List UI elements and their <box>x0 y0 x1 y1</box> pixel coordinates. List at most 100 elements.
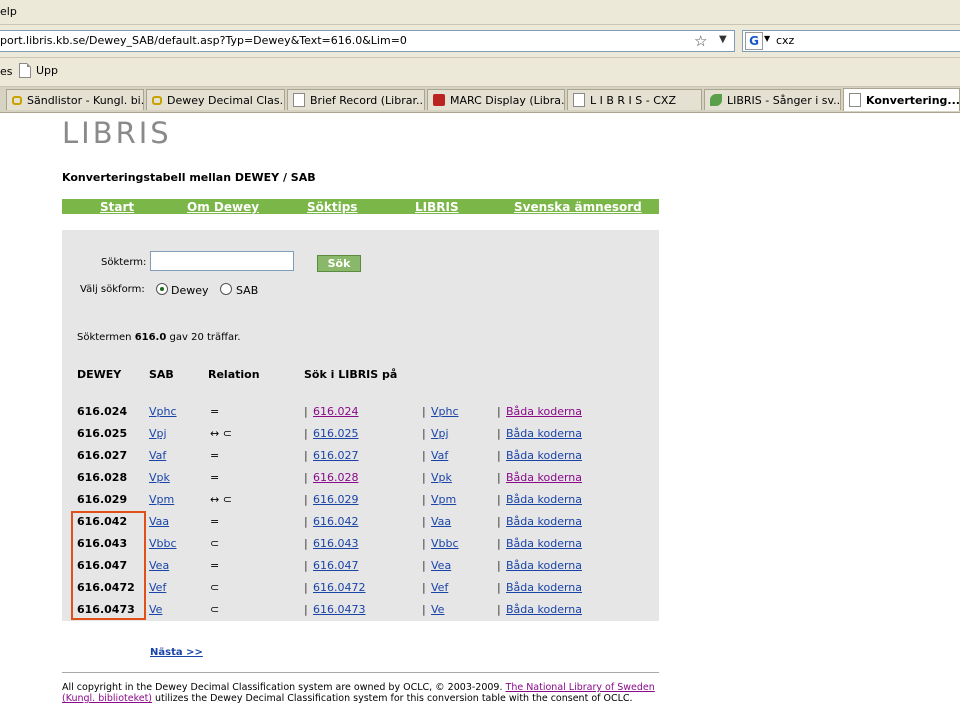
bookmark-upp-label: Upp <box>36 64 59 77</box>
both-codes-link[interactable]: Båda koderna <box>506 515 582 528</box>
sab-code-link[interactable]: Vef <box>149 581 166 594</box>
address-url: port.libris.kb.se/Dewey_SAB/default.asp?… <box>0 34 407 47</box>
sab-code-link[interactable]: Ve <box>149 603 162 616</box>
search-input[interactable] <box>150 251 294 271</box>
search-button[interactable]: Sök <box>317 255 361 272</box>
both-codes-link[interactable]: Båda koderna <box>506 559 582 572</box>
column-separator: | <box>422 471 426 484</box>
libris-sab-link[interactable]: Vef <box>431 581 448 594</box>
sab-code-link[interactable]: Vphc <box>149 405 177 418</box>
column-separator: | <box>304 449 308 462</box>
both-codes-link[interactable]: Båda koderna <box>506 493 582 506</box>
libris-sab-link[interactable]: Ve <box>431 603 444 616</box>
bookmark-star-icon[interactable]: ☆ <box>694 32 707 50</box>
relation-symbol: ⊂ <box>210 581 220 594</box>
libris-dewey-link[interactable]: 616.029 <box>313 493 359 506</box>
dewey-code: 616.027 <box>77 449 128 462</box>
address-bar[interactable]: port.libris.kb.se/Dewey_SAB/default.asp?… <box>0 30 735 52</box>
libris-logo[interactable]: LIBRIS <box>62 116 172 150</box>
libris-dewey-link[interactable]: 616.043 <box>313 537 359 550</box>
both-codes-link[interactable]: Båda koderna <box>506 471 582 484</box>
both-codes-link[interactable]: Båda koderna <box>506 405 582 418</box>
libris-dewey-link[interactable]: 616.047 <box>313 559 359 572</box>
relation-symbol: ⊂ <box>210 603 220 616</box>
browser-tab-label: Sändlistor - Kungl. bi... <box>27 93 144 107</box>
browser-tab[interactable]: L I B R I S - CXZ <box>567 89 702 110</box>
both-codes-link[interactable]: Båda koderna <box>506 427 582 440</box>
engine-dropdown-icon[interactable]: ▼ <box>764 34 770 43</box>
nav-soktips[interactable]: Söktips <box>307 200 357 214</box>
next-page-link[interactable]: Nästa >> <box>150 647 203 658</box>
browser-tab[interactable]: Konvertering... <box>843 88 960 111</box>
column-separator: | <box>497 493 501 506</box>
column-header-relation: Relation <box>208 368 260 381</box>
search-box[interactable]: G ▼ cxz <box>742 30 960 52</box>
relation-symbol: = <box>210 559 220 572</box>
radio-dewey[interactable] <box>156 283 168 295</box>
libris-dewey-link[interactable]: 616.042 <box>313 515 359 528</box>
both-codes-link[interactable]: Båda koderna <box>506 581 582 594</box>
column-separator: | <box>497 427 501 440</box>
libris-sab-link[interactable]: Vaf <box>431 449 448 462</box>
libris-sab-link[interactable]: Vbbc <box>431 537 459 550</box>
browser-tab[interactable]: LIBRIS - Sånger i sv... <box>704 89 841 110</box>
libris-dewey-link[interactable]: 616.028 <box>313 471 359 484</box>
browser-tab[interactable]: MARC Display (Libra... <box>427 89 565 110</box>
both-codes-link[interactable]: Båda koderna <box>506 449 582 462</box>
nav-start[interactable]: Start <box>100 200 134 214</box>
browser-tab-label: MARC Display (Libra... <box>450 93 565 107</box>
sab-code-link[interactable]: Vea <box>149 559 169 572</box>
column-separator: | <box>497 603 501 616</box>
column-separator: | <box>304 471 308 484</box>
sab-code-link[interactable]: Vpk <box>149 471 170 484</box>
copyright-text: All copyright in the Dewey Decimal Class… <box>62 682 655 704</box>
dewey-code: 616.024 <box>77 405 128 418</box>
column-separator: | <box>304 537 308 550</box>
google-icon[interactable]: G <box>745 32 763 50</box>
column-header-sab: SAB <box>149 368 174 381</box>
nav-om-dewey[interactable]: Om Dewey <box>187 200 259 214</box>
nav-svenska-amnesord[interactable]: Svenska ämnesord <box>514 200 642 214</box>
relation-symbol: = <box>210 471 220 484</box>
bookmark-upp[interactable]: Upp <box>19 63 58 78</box>
browser-tab[interactable]: Dewey Decimal Clas... <box>146 89 285 110</box>
menu-bar: elp <box>0 0 960 25</box>
sab-code-link[interactable]: Vaa <box>149 515 169 528</box>
libris-sab-link[interactable]: Vpj <box>431 427 449 440</box>
libris-sab-link[interactable]: Vaa <box>431 515 451 528</box>
menu-help[interactable]: elp <box>0 5 17 18</box>
bookmark-fragment[interactable]: es <box>0 65 13 78</box>
relation-symbol: = <box>210 405 220 418</box>
libris-dewey-link[interactable]: 616.0472 <box>313 581 366 594</box>
relation-symbol: ↔ ⊂ <box>210 493 232 506</box>
browser-tab[interactable]: Brief Record (Librar... <box>287 89 425 110</box>
libris-sab-link[interactable]: Vphc <box>431 405 459 418</box>
column-separator: | <box>422 603 426 616</box>
libris-dewey-link[interactable]: 616.025 <box>313 427 359 440</box>
sab-code-link[interactable]: Vpm <box>149 493 174 506</box>
radio-sab[interactable] <box>220 283 232 295</box>
browser-tab[interactable]: Sändlistor - Kungl. bi... <box>6 89 144 110</box>
both-codes-link[interactable]: Båda koderna <box>506 537 582 550</box>
column-separator: | <box>304 493 308 506</box>
column-separator: | <box>422 581 426 594</box>
sab-code-link[interactable]: Vbbc <box>149 537 177 550</box>
libris-sab-link[interactable]: Vpm <box>431 493 456 506</box>
both-codes-link[interactable]: Båda koderna <box>506 603 582 616</box>
libris-sab-link[interactable]: Vea <box>431 559 451 572</box>
libris-sab-link[interactable]: Vpk <box>431 471 452 484</box>
libris-dewey-link[interactable]: 616.027 <box>313 449 359 462</box>
libris-dewey-link[interactable]: 616.0473 <box>313 603 366 616</box>
sab-code-link[interactable]: Vpj <box>149 427 167 440</box>
libris-dewey-link[interactable]: 616.024 <box>313 405 359 418</box>
nav-libris[interactable]: LIBRIS <box>415 200 459 214</box>
column-separator: | <box>497 471 501 484</box>
column-separator: | <box>422 427 426 440</box>
column-separator: | <box>497 515 501 528</box>
column-separator: | <box>497 537 501 550</box>
column-separator: | <box>304 603 308 616</box>
column-separator: | <box>422 537 426 550</box>
history-dropdown-icon[interactable]: ▼ <box>719 34 727 45</box>
sab-code-link[interactable]: Vaf <box>149 449 166 462</box>
dewey-code: 616.025 <box>77 427 128 440</box>
